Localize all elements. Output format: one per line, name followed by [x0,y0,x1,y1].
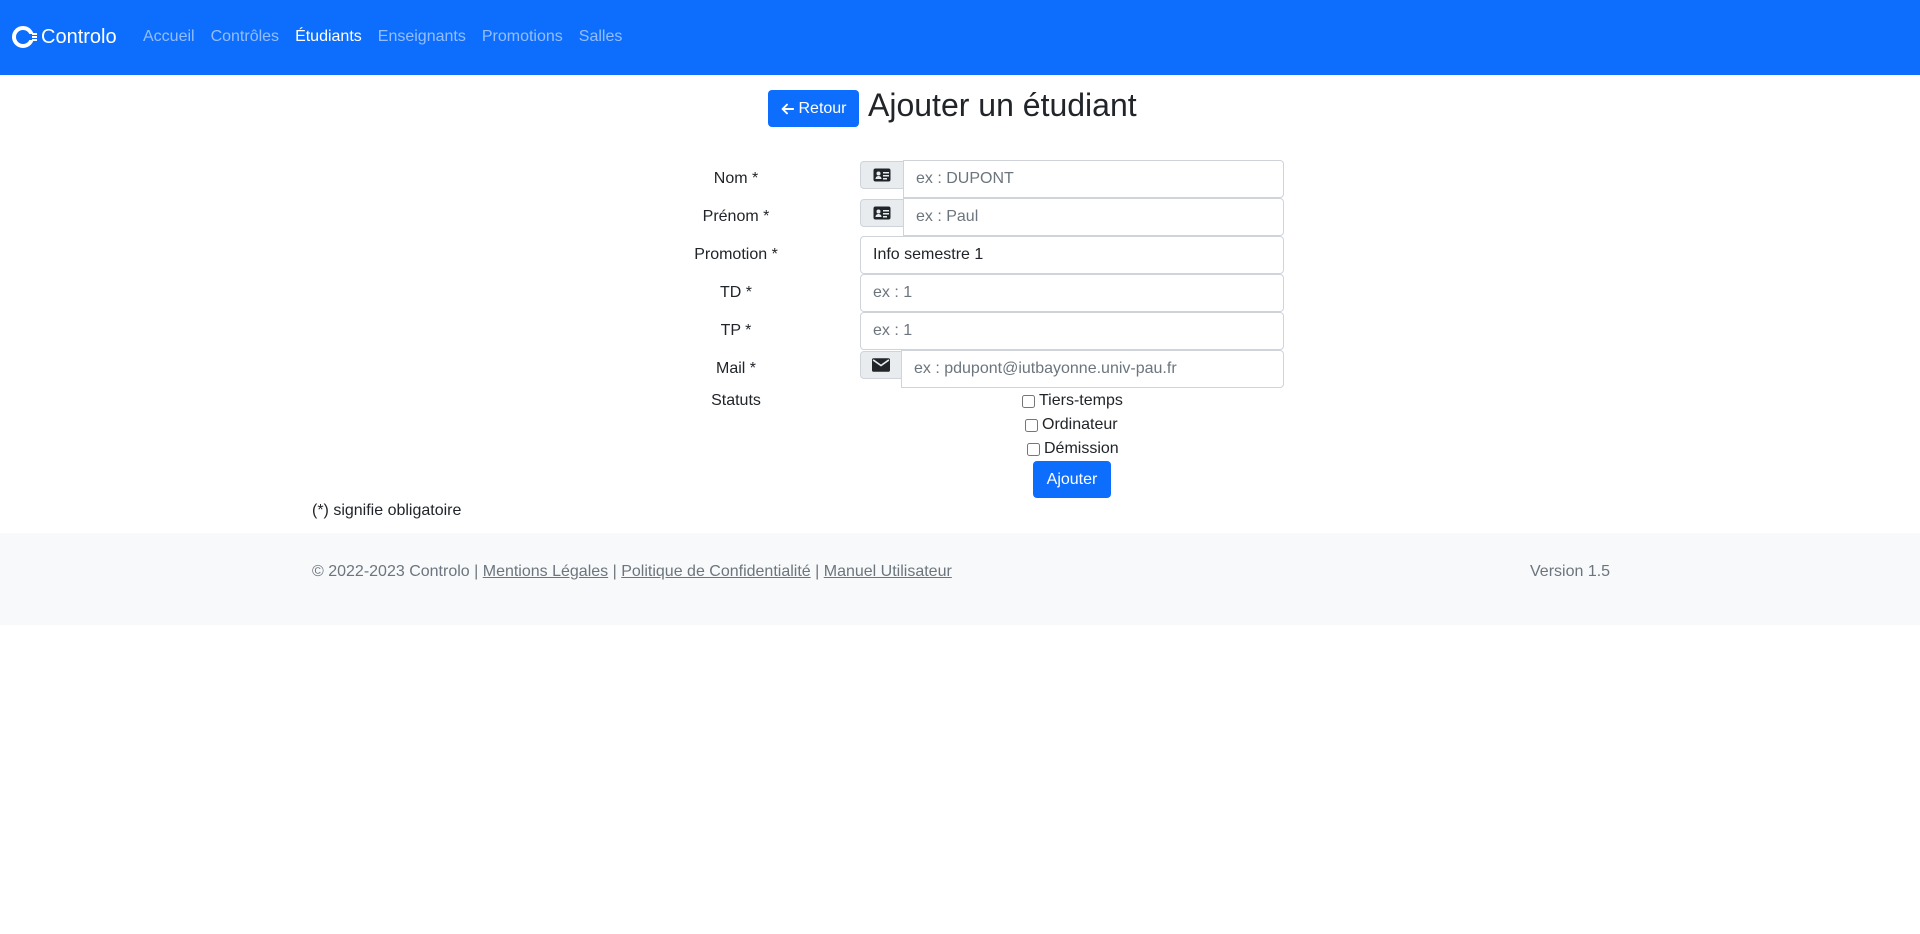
tp-input[interactable] [860,312,1284,350]
back-button[interactable]: Retour [768,90,859,127]
footer-link-manuel-utilisateur[interactable]: Manuel Utilisateur [824,563,952,580]
nav-item-controles[interactable]: Contrôles [211,26,279,48]
footer-separator: | [815,563,820,580]
tiers-temps-label: Tiers-temps [1039,392,1123,409]
mail-input[interactable] [901,350,1284,388]
promotion-label: Promotion * [694,246,778,263]
id-card-icon [873,206,891,220]
back-button-label: Retour [798,99,847,117]
tiers-temps-checkbox[interactable] [1022,394,1035,408]
ordinateur-checkbox[interactable] [1025,418,1038,432]
controlo-logo-icon [12,25,38,49]
nom-addon [860,161,904,189]
submit-button[interactable]: Ajouter [1033,461,1111,498]
footer-link-politique-confidentialite[interactable]: Politique de Confidentialité [621,563,810,580]
ordinateur-label: Ordinateur [1042,416,1118,433]
promotion-input[interactable] [860,236,1284,274]
prenom-addon [860,199,904,227]
nav-item-promotions[interactable]: Promotions [482,26,563,48]
version-text: Version 1.5 [1530,563,1611,580]
nom-input[interactable] [903,160,1284,198]
footer-separator: | [612,563,617,580]
nav-item-accueil[interactable]: Accueil [143,26,195,48]
envelope-icon [872,358,890,372]
demission-checkbox[interactable] [1027,442,1040,456]
td-label: TD * [720,284,752,301]
nav-item-salles[interactable]: Salles [579,26,623,48]
td-input[interactable] [860,274,1284,312]
nav-item-etudiants[interactable]: Étudiants [295,26,362,48]
nav-item-enseignants[interactable]: Enseignants [378,26,466,48]
id-card-icon [873,168,891,182]
brand-link[interactable]: Controlo [12,20,117,54]
mail-addon [860,351,902,379]
footer-links: © 2022-2023 Controlo | Mentions Légales … [312,561,952,583]
nom-label: Nom * [713,170,759,187]
demission-option[interactable]: Démission [1027,438,1119,460]
copyright-text: © 2022-2023 Controlo | [312,563,479,580]
nav-links: Accueil Contrôles Étudiants Enseignants … [143,26,638,48]
demission-label: Démission [1044,440,1119,457]
navbar: Controlo Accueil Contrôles Étudiants Ens… [0,0,1920,75]
tiers-temps-option[interactable]: Tiers-temps [1022,390,1123,412]
prenom-label: Prénom * [702,208,770,225]
mail-label: Mail * [715,360,756,377]
footer-link-mentions-legales[interactable]: Mentions Légales [483,563,608,580]
prenom-input[interactable] [903,198,1284,236]
ordinateur-option[interactable]: Ordinateur [1025,414,1118,436]
arrow-left-icon [782,103,795,114]
tp-label: TP * [720,322,752,339]
footer: © 2022-2023 Controlo | Mentions Légales … [0,533,1920,625]
statuts-label: Statuts [711,392,761,409]
brand-name: Controlo [41,25,117,48]
page-title: Ajouter un étudiant [868,87,1137,123]
required-note: (*) signifie obligatoire [312,502,462,519]
